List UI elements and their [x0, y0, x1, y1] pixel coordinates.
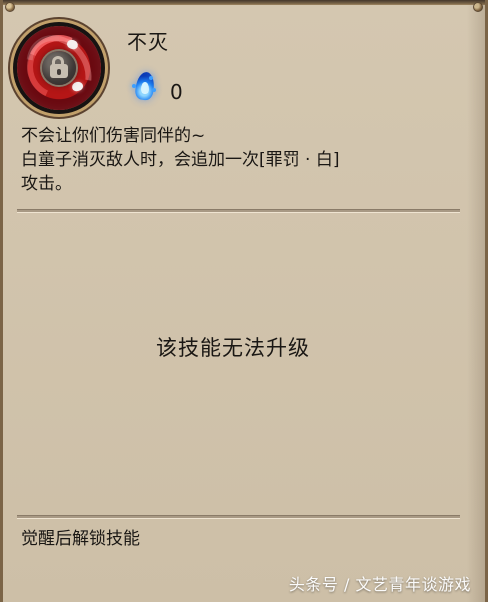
soulfire-spark-icon [132, 84, 136, 88]
spirit-icon [65, 38, 80, 51]
right-edge-shadow [467, 0, 485, 602]
soulfire-spark-icon [149, 76, 153, 80]
description-line: 攻击。 [21, 174, 72, 194]
upgrade-status-text: 该技能无法升级 [156, 336, 310, 360]
description-line: 白童子消灭敌人时，会追加一次[罪罚 · 白] [21, 150, 340, 170]
top-left-bolt-icon [5, 2, 15, 12]
description-line: 不会让你们伤害同伴的~ [21, 126, 206, 146]
soulfire-spark-icon [152, 88, 156, 92]
blue-soulfire-icon [132, 70, 160, 106]
skill-name: 不灭 [127, 30, 169, 54]
spirit-lock-icon [17, 26, 101, 110]
skill-description: 不会让你们伤害同伴的~ 白童子消灭敌人时，会追加一次[罪罚 · 白] 攻击。 [21, 124, 461, 196]
top-right-bolt-icon [473, 2, 483, 12]
skill-detail-panel: 不灭 0 不会让你们伤害同伴的~ 白童子消灭敌人时，会追加一次[罪罚 · 白] … [0, 0, 488, 602]
lock-icon [42, 51, 76, 85]
watermark-text: 头条号 / 文艺青年谈游戏 [288, 575, 471, 594]
lock-keyhole [57, 69, 61, 75]
spirit-icon [70, 80, 85, 93]
soulfire-inner-flame [141, 82, 149, 94]
skill-cost-value: 0 [170, 80, 183, 104]
section-divider [17, 515, 460, 519]
top-frame-rail [3, 0, 485, 5]
unlock-requirement-text: 觉醒后解锁技能 [21, 529, 140, 549]
section-divider [17, 209, 460, 213]
